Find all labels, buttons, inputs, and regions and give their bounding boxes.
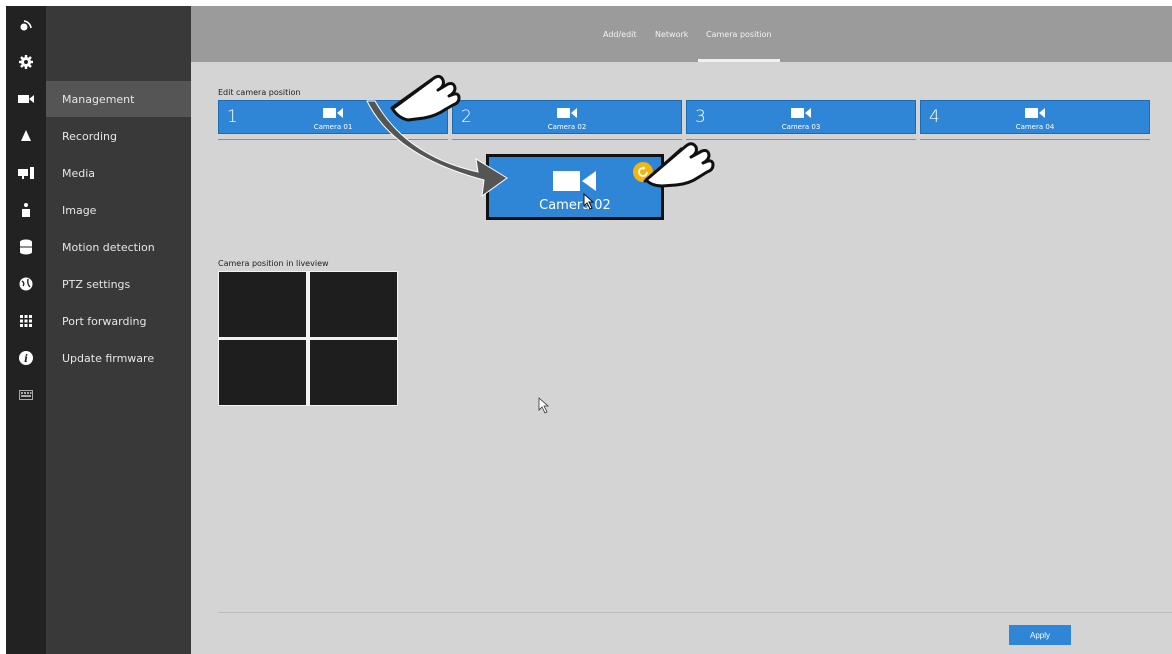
dragged-camera-name: Camera 02 <box>539 198 611 213</box>
person-icon[interactable] <box>6 192 46 228</box>
tile-divider <box>452 139 682 140</box>
tab-network[interactable]: Network <box>655 6 688 62</box>
sidebar-item-update-firmware[interactable]: Update firmware <box>46 340 191 376</box>
svg-text:i: i <box>24 354 28 365</box>
liveview-cell-2[interactable] <box>310 272 397 337</box>
liveview-cell-3[interactable] <box>219 340 306 405</box>
tile-divider <box>218 139 448 140</box>
keyboard-icon[interactable] <box>6 377 46 413</box>
icon-rail: i <box>6 6 46 654</box>
sidebar-item-media[interactable]: Media <box>46 155 191 191</box>
tile-camera-name: Camera 02 <box>547 123 587 131</box>
tab-add-edit[interactable]: Add/edit <box>603 6 637 62</box>
main-panel: Add/edit Network Camera position Edit ca… <box>191 6 1172 654</box>
eye-icon[interactable] <box>6 8 46 44</box>
globe-icon[interactable] <box>6 266 46 302</box>
sidebar-item-label: PTZ settings <box>62 277 131 291</box>
liveview-cell-1[interactable] <box>219 272 306 337</box>
camera-icon <box>557 108 577 118</box>
tile-divider <box>920 139 1150 140</box>
liveview-title: Camera position in liveview <box>218 259 329 268</box>
camera-tile-1[interactable]: 1 Camera 01 <box>218 100 448 134</box>
tab-camera-position[interactable]: Camera position <box>706 6 772 62</box>
sidebar-item-label: Management <box>62 92 135 106</box>
sidebar-item-label: Update firmware <box>62 351 155 365</box>
rotate-icon[interactable] <box>633 162 653 182</box>
footer-divider <box>218 612 1172 613</box>
camera-icon <box>323 108 343 118</box>
tile-camera-name: Camera 01 <box>313 123 353 131</box>
camera-tile-3[interactable]: 3 Camera 03 <box>686 100 916 134</box>
tile-camera-name: Camera 03 <box>781 123 821 131</box>
apply-button[interactable]: Apply <box>1009 625 1071 645</box>
bell-icon[interactable] <box>6 118 46 154</box>
liveview-cell-4[interactable] <box>310 340 397 405</box>
camera-icon <box>1025 108 1045 118</box>
liveview-grid <box>218 271 398 406</box>
grid-icon[interactable] <box>6 303 46 339</box>
sidebar-item-label: Media <box>62 166 96 180</box>
monitor-icon[interactable] <box>6 155 46 191</box>
tile-camera-name: Camera 04 <box>1015 123 1055 131</box>
edit-position-title: Edit camera position <box>218 88 301 97</box>
sidebar-item-label: Recording <box>62 129 118 143</box>
sidebar-item-management[interactable]: Management <box>46 81 191 117</box>
tile-divider <box>686 139 916 140</box>
database-icon[interactable] <box>6 229 46 265</box>
camera-tile-2[interactable]: 2 Camera 02 <box>452 100 682 134</box>
active-tab-indicator <box>698 59 780 62</box>
camera-icon <box>553 171 596 191</box>
sidebar-item-label: Port forwarding <box>62 314 147 328</box>
sidebar-item-motion-detection[interactable]: Motion detection <box>46 229 191 265</box>
dragged-camera-tile[interactable]: Camera 02 <box>486 154 664 220</box>
sidebar-item-image[interactable]: Image <box>46 192 191 228</box>
app-window: i Management Recording Media Image Motio… <box>6 6 1172 654</box>
sidebar: Management Recording Media Image Motion … <box>46 6 191 654</box>
camera-icon <box>791 108 811 118</box>
sidebar-item-ptz-settings[interactable]: PTZ settings <box>46 266 191 302</box>
sidebar-item-label: Image <box>62 203 97 217</box>
info-icon[interactable]: i <box>6 340 46 376</box>
tab-bar: Add/edit Network Camera position <box>191 6 1172 62</box>
gear-icon[interactable] <box>6 44 46 80</box>
sidebar-item-label: Motion detection <box>62 240 155 254</box>
camera-icon[interactable] <box>6 81 46 117</box>
sidebar-item-recording[interactable]: Recording <box>46 118 191 154</box>
camera-tile-4[interactable]: 4 Camera 04 <box>920 100 1150 134</box>
sidebar-item-port-forwarding[interactable]: Port forwarding <box>46 303 191 339</box>
